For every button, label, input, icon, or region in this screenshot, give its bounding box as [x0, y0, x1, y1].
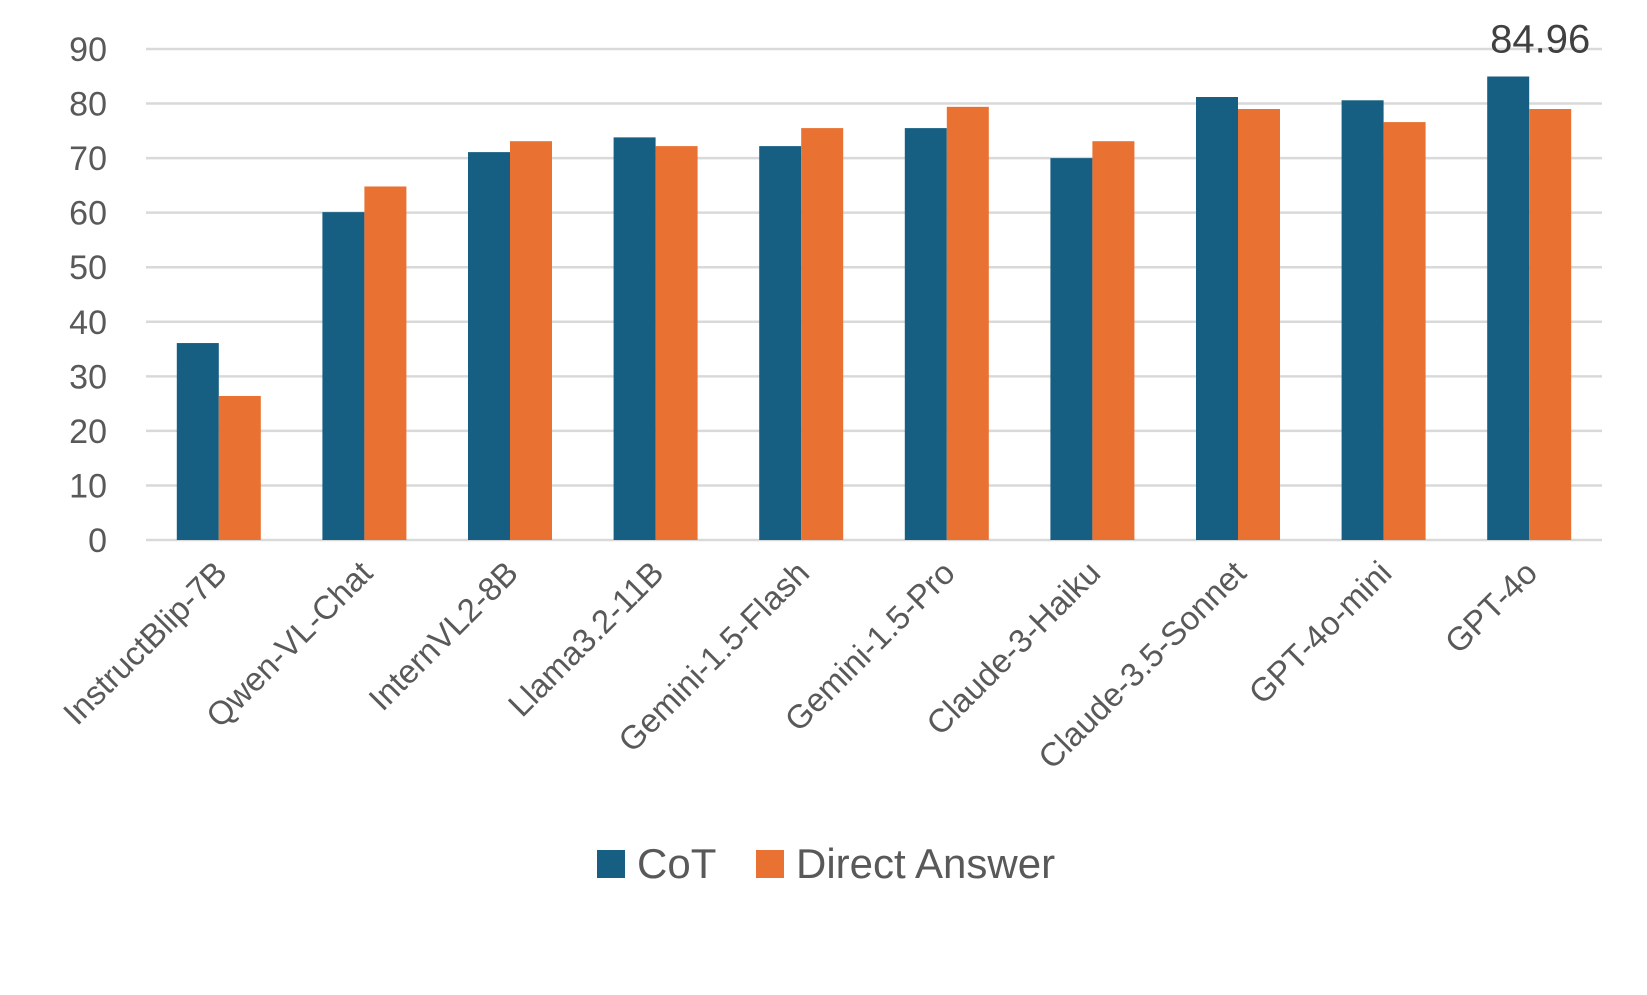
bar-direct-answer [1529, 109, 1572, 540]
bar-cot [613, 137, 656, 540]
bar-cot [468, 152, 510, 541]
bar-direct-answer [364, 186, 407, 541]
y-tick-label: 40 [69, 304, 107, 342]
y-tick-label: 50 [69, 249, 107, 287]
legend-swatch [756, 850, 784, 878]
bar-direct-answer [946, 106, 989, 540]
x-axis-category-labels: InstructBlip-7BQwen-VL-ChatInternVL2-8BL… [56, 554, 1544, 776]
bar-direct-answer [218, 395, 261, 540]
bar-cot [1050, 158, 1093, 540]
bar-direct-answer [1092, 141, 1135, 540]
x-category-label: InternVL2-8B [361, 554, 525, 718]
bar-cot [1196, 97, 1238, 541]
bar-cot [176, 343, 219, 540]
y-tick-label: 0 [88, 522, 107, 560]
data-label: 84.96 [1490, 17, 1590, 61]
x-category-label: GPT-4o-mini [1241, 554, 1398, 711]
bar-cot [1487, 76, 1530, 540]
bar-chart: 0 10 20 30 40 50 60 70 80 90 InstructBlip-7BQwen-… [56, 17, 1602, 887]
y-tick-label: 20 [69, 413, 107, 451]
data-labels: 84.96 [1490, 17, 1590, 61]
y-tick-label: 90 [69, 31, 107, 69]
bar-direct-answer [1383, 122, 1426, 541]
legend-item: CoT [597, 840, 716, 887]
bar-direct-answer [801, 128, 844, 540]
y-tick-label: 70 [69, 140, 107, 178]
y-tick-label: 30 [69, 358, 107, 396]
legend-label: Direct Answer [796, 840, 1055, 887]
bars [176, 76, 1572, 541]
y-tick-label: 80 [69, 86, 107, 124]
bar-cot [904, 128, 947, 540]
x-category-label: GPT-4o [1438, 554, 1545, 661]
bar-cot [759, 146, 802, 540]
bar-direct-answer [1238, 109, 1280, 540]
legend: CoT Direct Answer [597, 840, 1055, 887]
bar-direct-answer [655, 146, 698, 540]
legend-swatch [597, 850, 625, 878]
legend-label: CoT [637, 840, 716, 887]
y-tick-label: 10 [69, 467, 107, 505]
y-tick-label: 60 [69, 195, 107, 233]
bar-direct-answer [510, 141, 552, 540]
legend-item: Direct Answer [756, 840, 1055, 887]
bar-cot [1341, 100, 1384, 540]
bar-cot [322, 212, 365, 541]
y-axis-tick-labels: 0 10 20 30 40 50 60 70 80 90 [69, 31, 107, 560]
